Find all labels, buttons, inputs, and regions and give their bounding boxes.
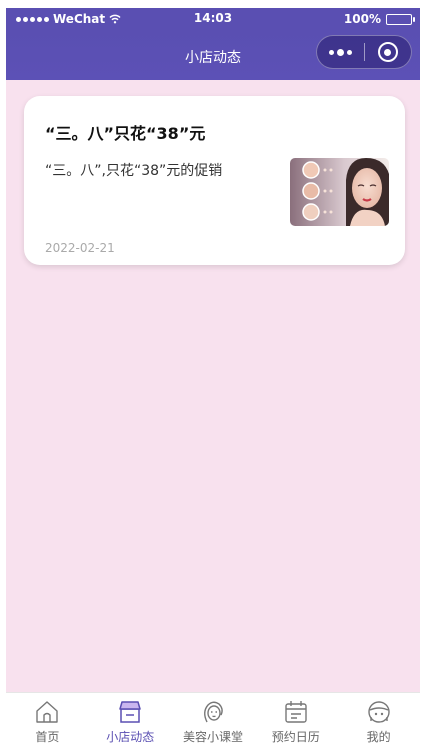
tab-shop-news[interactable]: 小店动态 [89,693,172,746]
post-thumbnail-image [290,158,389,226]
tab-home[interactable]: 首页 [6,693,89,746]
battery-icon [386,13,415,25]
post-date: 2022-02-21 [45,241,115,255]
tab-mine[interactable]: 我的 [337,693,420,746]
profile-icon [367,701,390,723]
tab-booking-calendar[interactable]: 预约日历 [254,693,337,746]
calendar-icon [285,701,307,723]
tab-label: 预约日历 [271,730,320,744]
target-close-icon [377,42,398,62]
nav-bar: 小店动态 [6,30,420,80]
battery-group: 100% [343,12,415,26]
battery-percent: 100% [343,12,381,26]
more-dots-icon [329,49,334,55]
tab-label: 我的 [366,730,391,744]
tab-label: 美容小课堂 [182,730,243,744]
beauty-face-icon [204,701,223,723]
shop-icon [119,701,141,723]
tab-label: 小店动态 [106,730,155,744]
miniprogram-capsule [316,35,412,69]
post-description: “三。八”,只花“38”元的促销 [45,163,223,179]
status-bar: WeChat 14:03 100% [6,8,420,30]
post-card[interactable]: “三。八”只花“38”元 “三。八”,只花“38”元的促销 2022-02-21 [24,96,405,265]
more-menu-button[interactable] [317,36,364,68]
tab-label: 首页 [35,730,60,744]
post-title: “三。八”只花“38”元 [45,124,206,143]
home-icon [36,701,59,723]
phone-screen: WeChat 14:03 100% 小店动态 “三。八”只花“38”元 “三。八… [6,8,420,746]
tab-bar: 首页 小店动态 美容小课堂 预约日历 我的 [6,692,420,746]
tab-beauty-class[interactable]: 美容小课堂 [172,693,255,746]
close-miniprogram-button[interactable] [365,36,411,68]
